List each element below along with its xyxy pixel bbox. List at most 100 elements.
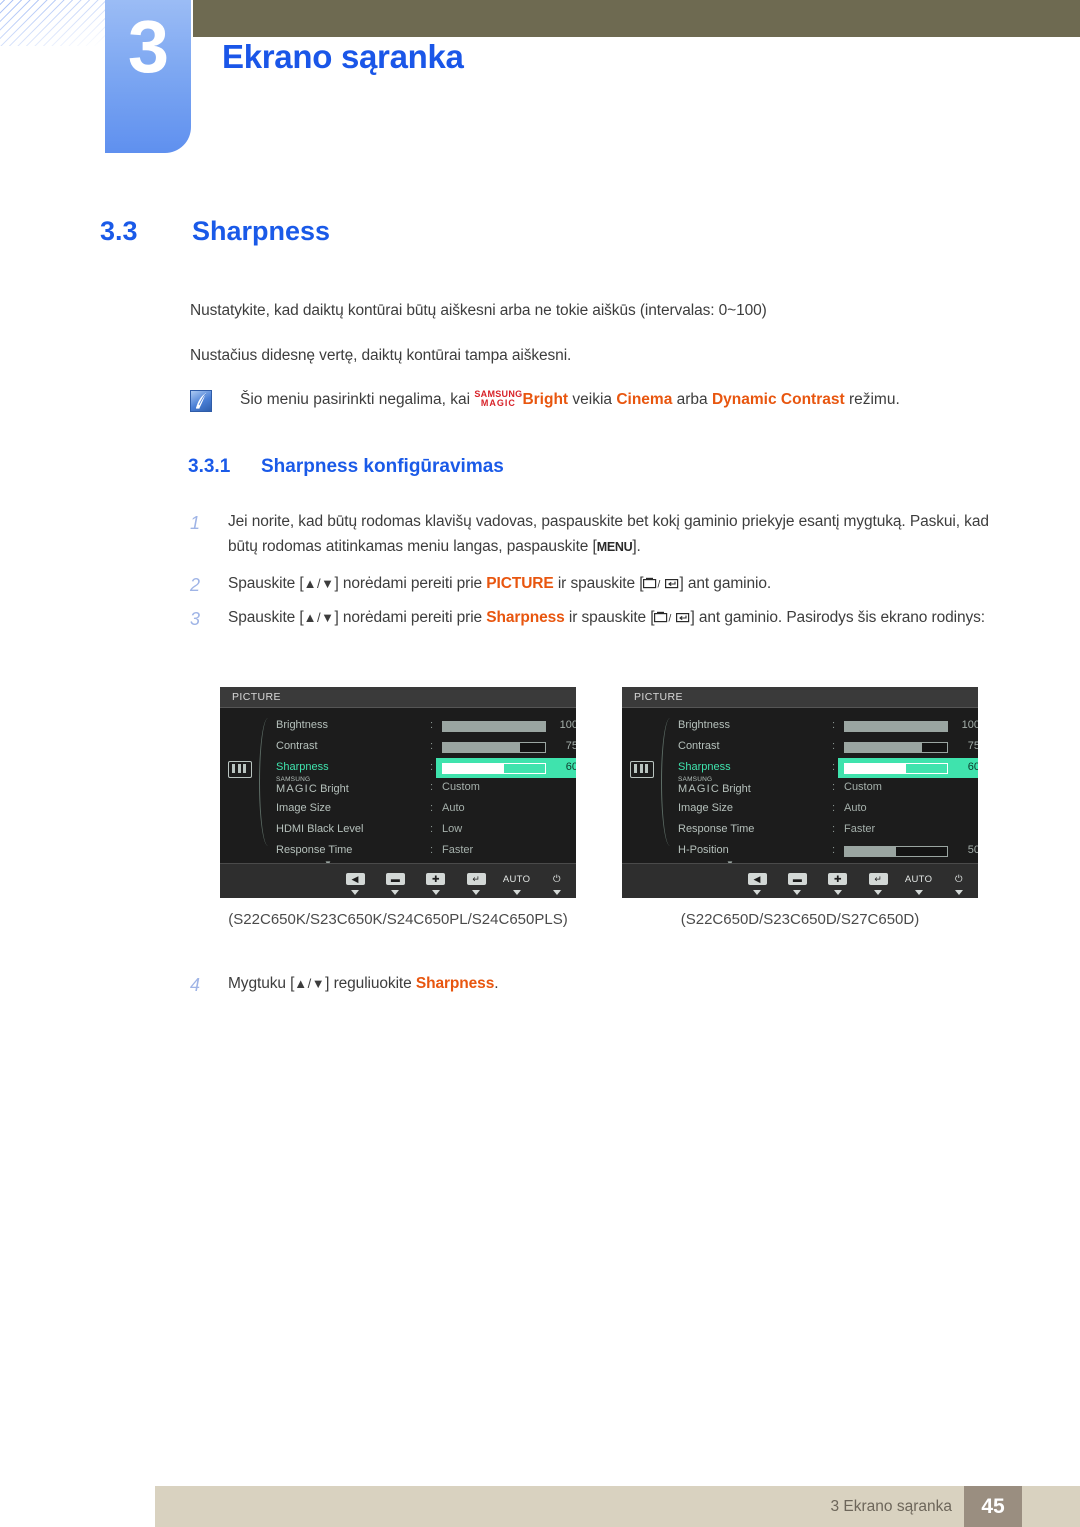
osd-right-body: Brightness : 100 Contrast : 75 Sharpness… (622, 708, 978, 868)
osd-row-value: Low (442, 822, 463, 835)
osd-row-value: Faster (442, 843, 474, 856)
magic-bottom: MAGIC (678, 783, 721, 796)
back-icon: ◀ (747, 873, 767, 885)
step-3-part1: Spauskite [ (228, 609, 304, 626)
footer-bar: 3 Ekrano sąranka 45 (155, 1486, 1080, 1527)
step-4-number: 4 (190, 975, 200, 995)
subsection-heading: 3.3.1 Sharpness konfigūravimas (188, 456, 504, 478)
plus-button[interactable]: ✚ (823, 869, 853, 895)
osd-row-sharpness[interactable]: Sharpness : 60 (678, 757, 978, 779)
magic-logo: SAMSUNG MAGIC (474, 390, 522, 408)
back-button[interactable]: ◀ (340, 869, 370, 895)
osd-row-hdmi-black-level[interactable]: HDMI Black Level : Low (276, 820, 576, 841)
osd-row-value: 50 (967, 843, 978, 856)
button-pointer-icon (431, 890, 440, 895)
svg-text:/: / (669, 614, 672, 625)
brightness-slider[interactable] (442, 721, 546, 732)
osd-row-brightness[interactable]: Brightness : 100 (276, 716, 576, 737)
osd-row-response-time[interactable]: Response Time : Faster (276, 841, 576, 862)
step-1-part2: ]. (632, 538, 641, 556)
step-4: 4 Mygtuku [▲/▼] reguliuokite Sharpness. (190, 971, 1002, 996)
osd-row-label: Contrast (276, 739, 318, 752)
step-4-part1: Mygtuku [ (228, 975, 295, 992)
step-3-text: Spauskite [▲/▼] norėdami pereiti prie Sh… (228, 605, 1002, 632)
magic-suffix: Bright (320, 783, 349, 796)
osd-left-caption: (S22C650K/S23C650K/S24C650PL/S24C650PLS) (228, 911, 568, 928)
enter-icon: ↵ (868, 873, 888, 885)
osd-row-magicbright[interactable]: SAMSUNG MAGIC Bright : Custom (276, 776, 576, 799)
magic-bottom: MAGIC (480, 398, 516, 408)
intro-paragraph-1: Nustatykite, kad daiktų kontūrai būtų ai… (190, 302, 767, 319)
auto-button[interactable]: AUTO (502, 869, 532, 895)
osd-row-value: 75 (565, 739, 576, 752)
section-heading: 3.3 Sharpness (100, 216, 330, 247)
osd-row-contrast[interactable]: Contrast : 75 (678, 737, 978, 758)
auto-label: AUTO (502, 874, 531, 885)
osd-right-caption: (S22C650D/S23C650D/S27C650D) (680, 911, 920, 928)
note-text-mid: veikia (568, 391, 617, 408)
note-text: Šio meniu pasirinkti negalima, kai SAMSU… (240, 388, 990, 411)
power-icon: ⏻ (955, 874, 963, 885)
osd-row-sharpness[interactable]: Sharpness : 60 (276, 757, 576, 779)
osd-row-brightness[interactable]: Brightness : 100 (678, 716, 978, 737)
osd-row-label: Image Size (678, 802, 734, 815)
osd-row-label: Image Size (276, 802, 332, 815)
enter-button[interactable]: ↵ (863, 869, 893, 895)
back-icon: ◀ (345, 873, 365, 885)
osd-row-label: Sharpness (276, 760, 329, 773)
intro-paragraph-2: Nustačius didesnę vertę, daiktų kontūrai… (190, 347, 572, 364)
updown-arrows-icon: ▲/▼ (303, 576, 335, 591)
osd-row-value: Custom (844, 781, 882, 794)
sharpness-slider[interactable] (844, 762, 948, 774)
mode-cinema: Cinema (616, 391, 673, 408)
power-button[interactable]: ⏻ (542, 869, 572, 895)
note-text-before: Šio meniu pasirinkti negalima, kai (240, 391, 475, 408)
osd-row-label: Response Time (276, 843, 353, 856)
step-3-part3: ir spauskite [ (564, 609, 655, 626)
svg-text:/: / (658, 580, 661, 591)
power-icon: ⏻ (553, 874, 561, 885)
osd-row-colon: : (832, 822, 836, 835)
osd-row-image-size[interactable]: Image Size : Auto (678, 799, 978, 820)
osd-row-response-time[interactable]: Response Time : Faster (678, 820, 978, 841)
plus-button[interactable]: ✚ (421, 869, 451, 895)
osd-row-value: 100 (559, 719, 576, 731)
auto-button[interactable]: AUTO (904, 869, 934, 895)
step-4-part3: . (494, 975, 499, 992)
sharpness-slider[interactable] (442, 762, 546, 774)
button-pointer-icon (954, 890, 963, 895)
osd-row-colon: : (832, 760, 836, 773)
osd-row-h-position[interactable]: H-Position : 50 (678, 841, 978, 862)
osd-screenshot-left: PICTURE Brightness : 100 Contrast : 75 S… (220, 687, 576, 898)
osd-row-colon: : (832, 781, 836, 794)
osd-row-image-size[interactable]: Image Size : Auto (276, 799, 576, 820)
source-enter-keys-icon: / (643, 573, 679, 598)
enter-icon: ↵ (466, 873, 486, 885)
osd-right-button-row: ◀ ▬ ✚ ↵ AUTO ⏻ (742, 869, 974, 895)
back-button[interactable]: ◀ (742, 869, 772, 895)
button-pointer-icon (472, 890, 481, 895)
power-button[interactable]: ⏻ (944, 869, 974, 895)
contrast-slider[interactable] (442, 741, 546, 753)
osd-row-label: Contrast (678, 739, 720, 752)
enter-button[interactable]: ↵ (461, 869, 491, 895)
osd-right-footer: ◀ ▬ ✚ ↵ AUTO ⏻ (622, 863, 978, 898)
magic-top: SAMSUNG (678, 776, 713, 784)
step-2-part3: ir spauskite [ (553, 575, 644, 592)
button-pointer-icon (512, 890, 521, 895)
contrast-slider[interactable] (844, 741, 948, 753)
h-position-slider[interactable] (844, 845, 948, 857)
osd-row-contrast[interactable]: Contrast : 75 (276, 737, 576, 758)
step-4-text: Mygtuku [▲/▼] reguliuokite Sharpness. (228, 971, 1002, 996)
source-enter-keys-icon: / (654, 607, 690, 632)
brightness-slider[interactable] (844, 721, 948, 732)
minus-button[interactable]: ▬ (380, 869, 410, 895)
step-2-part4: ] ant gaminio. (679, 575, 772, 592)
osd-row-magicbright[interactable]: SAMSUNG MAGIC Bright : Custom (678, 776, 978, 799)
section-number: 3.3 (100, 216, 138, 246)
subsection-number: 3.3.1 (188, 456, 231, 477)
updown-arrows-icon: ▲/▼ (303, 610, 335, 625)
minus-button[interactable]: ▬ (782, 869, 812, 895)
osd-right-brace (661, 718, 676, 846)
osd-row-colon: : (832, 719, 836, 731)
